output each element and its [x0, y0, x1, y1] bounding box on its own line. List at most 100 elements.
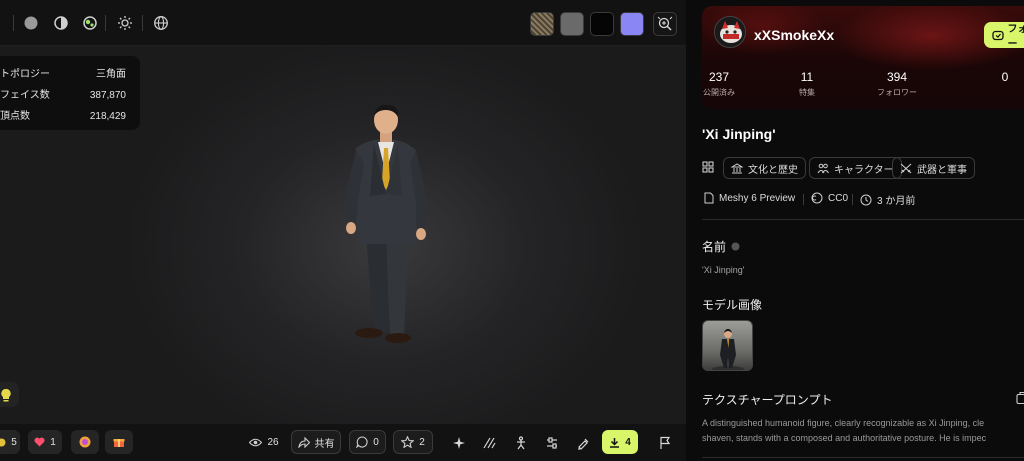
stat-value: 0 [1001, 70, 1009, 84]
report-flag-icon[interactable] [655, 433, 675, 453]
view-count-value: 26 [267, 436, 279, 448]
created-time-label: 3 か月前 [877, 196, 916, 207]
stat-label: フォロワー [877, 88, 917, 97]
toolbar-divider [105, 15, 106, 31]
wireframe-globe-icon[interactable] [151, 13, 171, 33]
prompt-line: A distinguished humanoid figure, clearly… [702, 418, 985, 428]
remesh-icon[interactable] [479, 433, 499, 453]
texture-swatch-roughness[interactable] [560, 12, 584, 36]
lighting-icon[interactable] [115, 13, 135, 33]
like-count: 5 [11, 436, 17, 448]
copy-icon[interactable] [1016, 391, 1024, 405]
stat-value: 237 [708, 70, 730, 84]
museum-icon [731, 162, 743, 173]
category-grid-icon [702, 161, 714, 176]
stat-followers[interactable]: 394 フォロワー [862, 70, 932, 98]
name-section-label: 名前 [702, 238, 740, 255]
clock-icon [860, 194, 872, 205]
stat-value: 387,870 [89, 90, 126, 101]
stat-featured[interactable]: 11 特集 [772, 70, 842, 98]
heart-button[interactable]: 1 [28, 430, 62, 454]
follow-button[interactable]: フォロー [984, 22, 1024, 50]
view-count: 26 [245, 430, 283, 454]
edit-brush-icon[interactable] [573, 433, 593, 453]
license-label: CC0 [828, 192, 849, 204]
comment-count: 0 [373, 436, 379, 448]
zoom-icon [657, 16, 673, 31]
stat-value: 218,429 [89, 111, 126, 122]
gift-icon [113, 439, 125, 447]
model-figure[interactable] [330, 104, 440, 349]
toolbar-divider [13, 15, 14, 31]
prompt-line: shaven, stands with a composed and autho… [702, 433, 987, 443]
eye-icon [249, 438, 263, 446]
tag-label: キャラクター [834, 164, 894, 176]
star-count: 2 [419, 436, 425, 448]
stat-label: 特集 [799, 88, 815, 97]
stat-value: 三角面 [96, 69, 126, 80]
comment-button[interactable]: 0 [349, 430, 386, 454]
share-label: 共有 [314, 438, 335, 450]
material-shading-icon[interactable] [51, 13, 71, 33]
texture-swatch-normal[interactable] [620, 12, 644, 36]
comment-icon [356, 436, 368, 448]
creator-username[interactable]: xXSmokeXx [754, 27, 834, 43]
gift-button[interactable] [105, 430, 133, 454]
license[interactable]: CC0 [811, 192, 848, 204]
follow-label: フォロー [1007, 24, 1024, 50]
stat-label: 公開済み [703, 88, 735, 97]
texture-swatch-base-color[interactable] [530, 12, 554, 36]
stat-published[interactable]: 237 公開済み [702, 70, 754, 98]
emoji-icon [79, 436, 91, 448]
meta-divider [803, 194, 804, 205]
stat-following[interactable]: 0 [970, 70, 1024, 87]
reaction-button[interactable] [71, 430, 99, 454]
file-icon [704, 192, 714, 204]
generator-model-label: Meshy 6 Preview [719, 192, 796, 204]
thumb-icon [0, 438, 6, 446]
thumbnail-figure [712, 329, 744, 370]
meta-divider [852, 194, 853, 205]
texture-swatch-metallic[interactable] [590, 12, 614, 36]
creator-avatar[interactable] [714, 16, 746, 48]
model-name-value: 'Xi Jinping' [702, 265, 745, 275]
characters-icon [817, 163, 829, 173]
tag-label: 武器と軍事 [917, 164, 967, 176]
info-icon[interactable] [731, 242, 740, 251]
download-button[interactable]: 4 [602, 430, 638, 454]
lightbulb-icon [0, 388, 11, 401]
heart-count: 1 [50, 436, 56, 448]
adjust-icon[interactable] [542, 433, 562, 453]
model-viewer[interactable]: トポロジー 三角面 フェイス数 387,870 頂点数 218,429 5 1 [0, 0, 686, 461]
zoom-settings-button[interactable] [653, 12, 677, 36]
model-title: 'Xi Jinping' [702, 126, 776, 142]
toolbar-divider [142, 15, 143, 31]
rig-icon[interactable] [511, 433, 531, 453]
tag-label: 文化と歴史 [748, 164, 798, 176]
stat-label: トポロジー [0, 69, 50, 80]
share-icon [297, 436, 310, 448]
mesh-stats-panel: トポロジー 三角面 フェイス数 387,870 頂点数 218,429 [0, 56, 140, 130]
hint-button[interactable] [0, 382, 19, 407]
cc-license-icon [811, 192, 823, 204]
name-label: 名前 [702, 240, 727, 254]
ai-sparkle-icon[interactable] [449, 433, 469, 453]
like-button[interactable]: 5 [0, 430, 20, 454]
share-button[interactable]: 共有 [291, 430, 341, 454]
add-user-icon [992, 30, 1004, 40]
favorite-button[interactable]: 2 [393, 430, 433, 454]
creator-banner: xXSmokeXx フォロー 237 公開済み 11 特集 394 フォロワー … [702, 6, 1024, 109]
stat-topology: トポロジー 三角面 [0, 64, 126, 85]
texture-shading-icon[interactable] [80, 13, 100, 33]
model-details-panel: xXSmokeXx フォロー 237 公開済み 11 特集 394 フォロワー … [686, 0, 1024, 461]
tag-weapons-military[interactable]: 武器と軍事 [892, 157, 975, 179]
solid-shading-icon[interactable] [21, 13, 41, 33]
stat-value: 394 [886, 70, 908, 84]
stat-value: 11 [800, 70, 814, 84]
star-icon [401, 436, 415, 448]
section-divider [702, 457, 1024, 458]
tag-character[interactable]: キャラクター [809, 157, 902, 179]
tag-culture-history[interactable]: 文化と歴史 [723, 157, 806, 179]
model-image-thumbnail[interactable] [702, 320, 753, 371]
swords-icon [900, 163, 912, 173]
